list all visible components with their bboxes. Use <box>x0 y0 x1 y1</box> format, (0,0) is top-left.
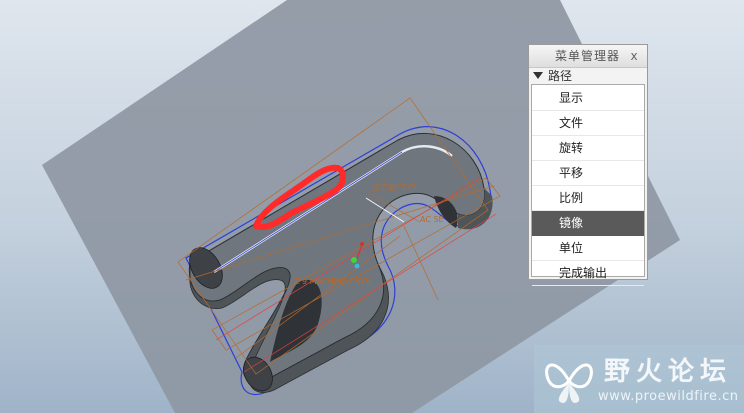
menu-item-mirror[interactable]: 镜像 <box>532 211 644 236</box>
menu-manager-title: 菜单管理器 <box>555 49 621 63</box>
menu-item-list: 显示 文件 旋转 平移 比例 镜像 单位 完成输出 <box>531 84 645 286</box>
butterfly-logo-icon <box>545 363 593 403</box>
forum-watermark: 野火论坛 www.proewildfire.cn <box>534 345 744 413</box>
menu-section-path[interactable]: 路径 <box>529 68 647 84</box>
datum-label-ac: AC SE <box>420 215 444 224</box>
menu-item-scale[interactable]: 比例 <box>532 186 644 211</box>
menu-item-rotate[interactable]: 旋转 <box>532 136 644 161</box>
menu-section-label: 路径 <box>548 69 573 83</box>
datum-label-csys: 加工轴CSYS <box>372 182 417 192</box>
menu-item-done-output[interactable]: 完成输出 <box>532 261 644 286</box>
triangle-down-icon <box>533 72 543 79</box>
menu-item-file[interactable]: 文件 <box>532 111 644 136</box>
datum-label-machine-csys: Z 9 MACHINE CSYS <box>294 277 370 286</box>
menu-item-display[interactable]: 显示 <box>532 86 644 111</box>
forum-brand-name: 野火论坛 <box>604 357 733 387</box>
menu-item-translate[interactable]: 平移 <box>532 161 644 186</box>
menu-manager-panel: 菜单管理器 x 路径 显示 文件 旋转 平移 比例 镜像 单位 完成输出 <box>528 44 648 286</box>
forum-url: www.proewildfire.cn <box>598 389 739 404</box>
menu-manager-titlebar[interactable]: 菜单管理器 x <box>529 45 647 68</box>
close-icon[interactable]: x <box>627 49 641 63</box>
menu-item-units[interactable]: 单位 <box>532 236 644 261</box>
